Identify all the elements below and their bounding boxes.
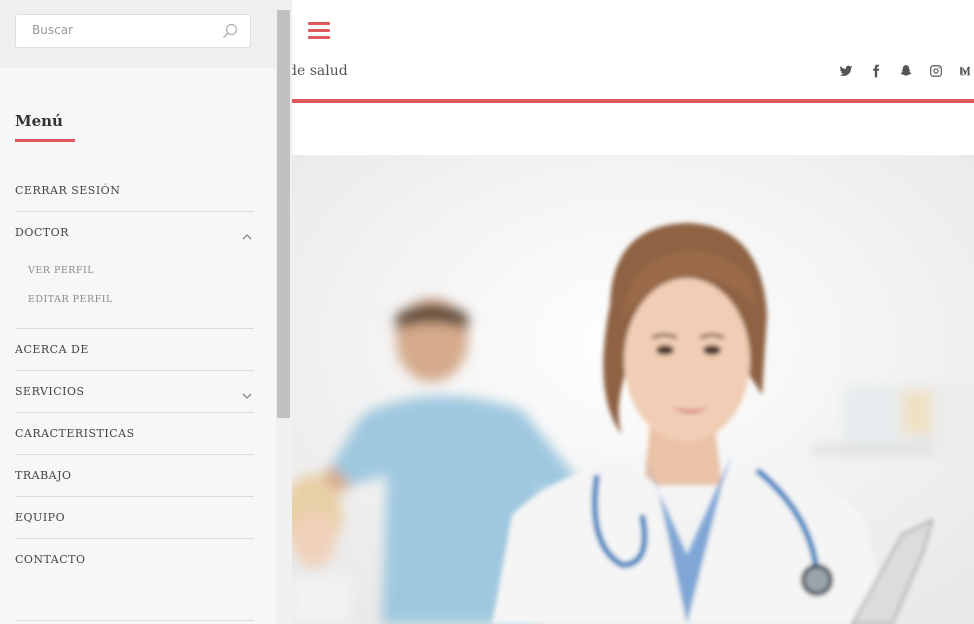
instagram-icon[interactable] [928,63,944,79]
twitter-icon[interactable] [838,63,854,79]
search-box [15,14,251,48]
menu-item-label: ACERCA DE [15,343,89,356]
hamburger-icon[interactable] [308,22,330,40]
menu-item-acerca-de[interactable]: ACERCA DE [15,329,254,371]
menu-bottom-divider [15,620,254,621]
menu-item-label: SERVICIOS [15,385,85,398]
menu-item-label: CERRAR SESIÓN [15,184,121,197]
site-tagline: de salud [288,63,348,79]
submenu-item-editar-perfil[interactable]: EDITAR PERFIL [28,294,113,305]
menu-item-contacto[interactable]: CONTACTO [15,539,254,599]
hero-image [292,155,974,624]
menu-item-label: DOCTOR [15,226,69,239]
social-links [838,63,974,79]
menu-item-label: TRABAJO [15,469,72,482]
menu-item-doctor[interactable]: DOCTOR VER PERFIL EDITAR PERFIL [15,212,254,329]
medium-icon[interactable] [958,63,974,79]
submenu-item-ver-perfil[interactable]: VER PERFIL [28,265,94,276]
menu-title-underline [15,139,75,142]
menu-item-servicios[interactable]: SERVICIOS [15,371,254,413]
chevron-down-icon[interactable] [242,386,252,399]
menu-title: Menú [15,112,63,130]
menu-item-equipo[interactable]: EQUIPO [15,497,254,539]
snapchat-icon[interactable] [898,63,914,79]
search-area [0,0,276,68]
search-input[interactable] [30,22,214,38]
nav-menu: CERRAR SESIÓN DOCTOR VER PERFIL EDITAR P… [15,170,254,599]
header-divider [292,99,974,103]
menu-item-trabajo[interactable]: TRABAJO [15,455,254,497]
menu-item-label: EQUIPO [15,511,66,524]
menu-item-label: CARACTERISTICAS [15,427,135,440]
menu-item-cerrar-sesion[interactable]: CERRAR SESIÓN [15,170,254,212]
menu-item-label: CONTACTO [15,553,86,566]
side-menu-panel: Menú CERRAR SESIÓN DOCTOR VER PERFIL EDI… [0,0,292,624]
facebook-icon[interactable] [868,63,884,79]
doctor-photo [292,155,974,624]
sidebar-scrollbar-thumb[interactable] [277,10,290,418]
chevron-up-icon[interactable] [242,227,252,240]
menu-item-caracteristicas[interactable]: CARACTERISTICAS [15,413,254,455]
search-icon[interactable] [222,23,238,39]
